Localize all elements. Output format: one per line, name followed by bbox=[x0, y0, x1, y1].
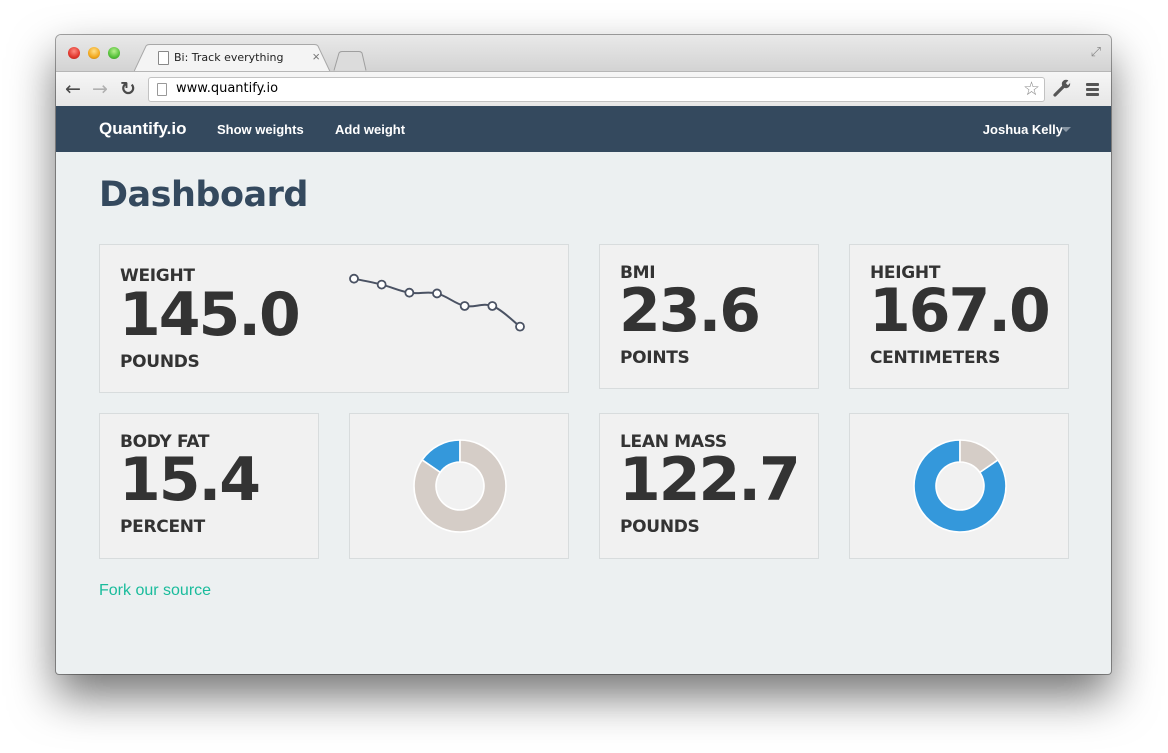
card-value: 122.7 bbox=[619, 445, 801, 515]
brand-link[interactable]: Quantify.io bbox=[99, 119, 187, 139]
sparkline-point bbox=[515, 321, 525, 332]
nav-show-weights[interactable]: Show weights bbox=[217, 122, 304, 137]
app-navbar: Quantify.io Show weights Add weight Josh… bbox=[56, 106, 1111, 152]
back-button[interactable]: ← bbox=[65, 78, 81, 100]
sparkline-point bbox=[487, 301, 498, 311]
lean-mass-donut-card bbox=[849, 413, 1069, 559]
card-value: 145.0 bbox=[119, 280, 301, 350]
fork-source-link[interactable]: Fork our source bbox=[99, 582, 211, 600]
lean-mass-card: LEAN MASS 122.7 POUNDS bbox=[599, 413, 819, 559]
forward-button[interactable]: → bbox=[92, 78, 108, 100]
user-menu[interactable]: Joshua Kelly bbox=[983, 122, 1063, 137]
sparkline-point bbox=[432, 288, 442, 299]
fullscreen-icon[interactable]: ⤢ bbox=[1091, 44, 1101, 60]
card-unit: POINTS bbox=[620, 348, 690, 368]
tab-strip: Bi: Track everything × ⤢ bbox=[56, 35, 1111, 72]
bmi-card: BMI 23.6 POINTS bbox=[599, 244, 819, 389]
card-unit: CENTIMETERS bbox=[870, 348, 1001, 368]
address-bar[interactable]: www.quantify.io ☆ bbox=[148, 77, 1045, 102]
card-unit: POUNDS bbox=[120, 352, 200, 372]
body-fat-card: BODY FAT 15.4 PERCENT bbox=[99, 413, 319, 559]
tab-title: Bi: Track everything bbox=[174, 51, 284, 64]
weight-card: WEIGHT 145.0 POUNDS bbox=[99, 244, 569, 393]
chevron-down-icon[interactable] bbox=[1061, 127, 1071, 132]
tab-close-icon[interactable]: × bbox=[312, 49, 320, 64]
minimize-window-button[interactable] bbox=[88, 47, 100, 59]
page-icon bbox=[158, 51, 169, 65]
weight-sparkline bbox=[349, 273, 525, 332]
card-value: 23.6 bbox=[619, 276, 761, 346]
menu-icon[interactable] bbox=[1086, 83, 1099, 98]
sparkline-point bbox=[459, 301, 470, 311]
new-tab-button[interactable] bbox=[333, 51, 367, 71]
wrench-icon[interactable] bbox=[1052, 78, 1072, 98]
body-fat-donut-chart bbox=[413, 439, 507, 533]
url-text[interactable]: www.quantify.io bbox=[176, 81, 278, 96]
card-unit: PERCENT bbox=[120, 517, 205, 537]
card-unit: POUNDS bbox=[620, 517, 700, 537]
sparkline-point bbox=[376, 279, 387, 290]
close-window-button[interactable] bbox=[68, 47, 80, 59]
page-title: Dashboard bbox=[99, 175, 308, 215]
card-value: 15.4 bbox=[119, 445, 261, 515]
body-fat-donut-card bbox=[349, 413, 569, 559]
nav-add-weight[interactable]: Add weight bbox=[335, 122, 405, 137]
sparkline-point bbox=[404, 287, 415, 298]
page-icon bbox=[157, 83, 167, 96]
height-card: HEIGHT 167.0 CENTIMETERS bbox=[849, 244, 1069, 389]
card-value: 167.0 bbox=[869, 276, 1051, 346]
tab-active[interactable]: Bi: Track everything × bbox=[148, 45, 324, 71]
bookmark-star-icon[interactable]: ☆ bbox=[1023, 78, 1040, 101]
reload-button[interactable]: ↻ bbox=[120, 78, 136, 100]
lean-mass-donut-chart bbox=[913, 439, 1007, 533]
sparkline-point bbox=[349, 273, 359, 284]
browser-window: Bi: Track everything × ⤢ ← → ↻ www.quant… bbox=[56, 35, 1111, 674]
zoom-window-button[interactable] bbox=[108, 47, 120, 59]
browser-toolbar: ← → ↻ www.quantify.io ☆ bbox=[56, 71, 1111, 107]
